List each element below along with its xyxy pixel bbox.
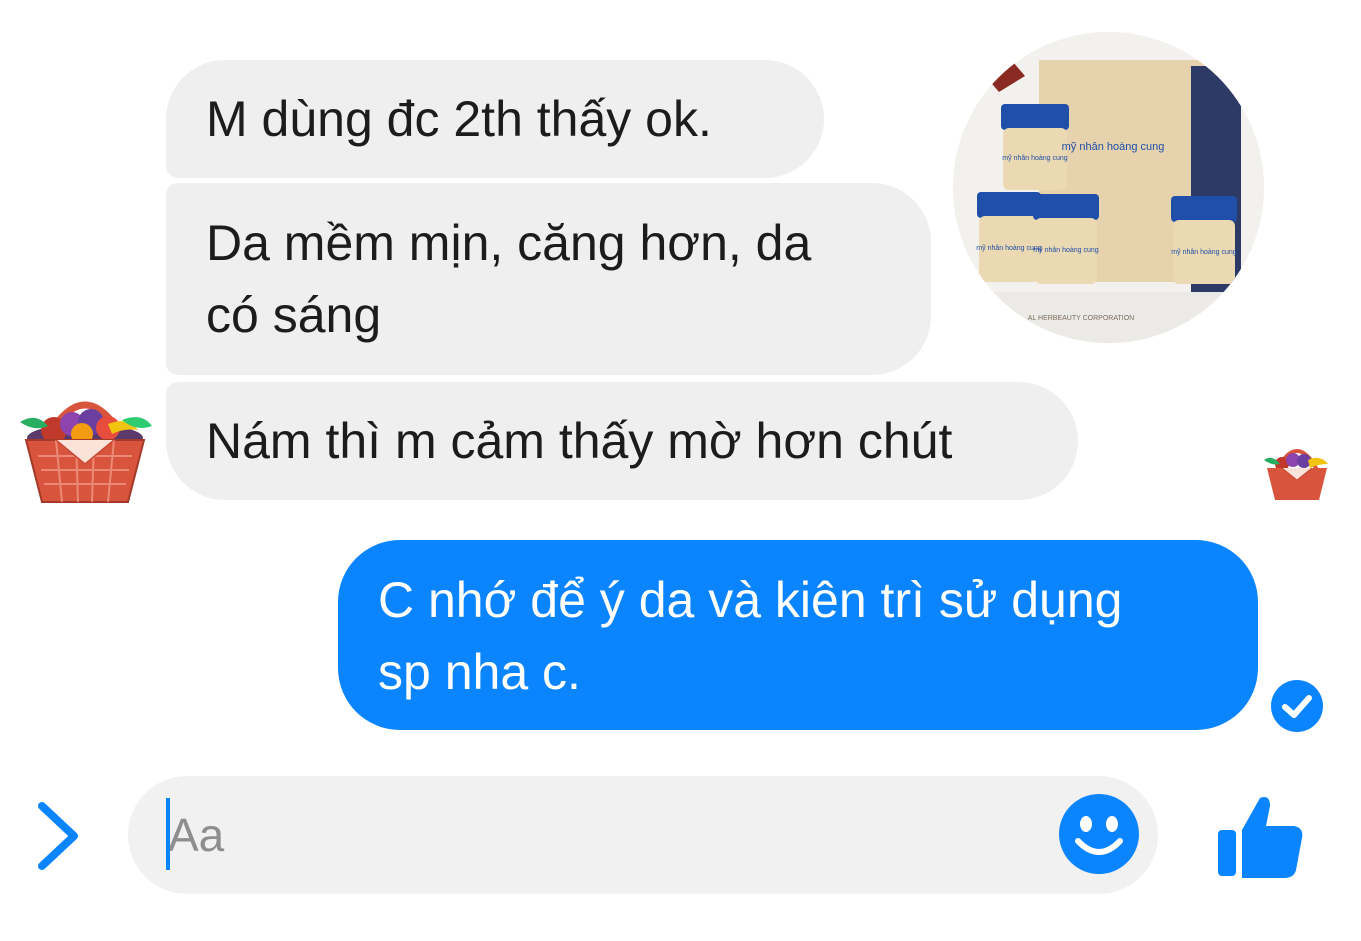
jar-label: mỹ nhân hoàng cung [1171, 249, 1236, 256]
received-message: Da mềm mịn, căng hơn, da có sáng [166, 183, 931, 375]
thumbs-up-icon[interactable] [1214, 790, 1304, 880]
message-input[interactable] [168, 794, 1048, 876]
product-jar [1171, 196, 1237, 284]
product-photo[interactable]: mỹ nhân hoàng cung mỹ nhân hoàng cung mỹ… [953, 32, 1264, 343]
box-label: mỹ nhân hoàng cung [1062, 141, 1165, 153]
received-message: Nám thì m cảm thấy mờ hơn chút [166, 382, 1078, 500]
smiley-icon[interactable] [1058, 793, 1140, 875]
text-caret [166, 798, 170, 870]
product-photo-caption: AL HERBEAUTY CORPORATION [1028, 315, 1134, 322]
fruit-basket-avatar[interactable] [16, 378, 154, 510]
check-circle-icon [1271, 680, 1323, 732]
chevron-right-icon[interactable] [32, 800, 84, 872]
received-message: M dùng đc 2th thấy ok. [166, 60, 824, 178]
seen-avatar [1264, 449, 1328, 500]
jar-label: mỹ nhân hoàng cung [1002, 155, 1067, 162]
sent-message: C nhớ để ý da và kiên trì sử dụng sp nha… [338, 540, 1258, 730]
product-jar [977, 192, 1041, 282]
message-composer[interactable] [128, 776, 1158, 894]
jar-label: mỹ nhân hoàng cung [976, 245, 1041, 252]
product-photo-illustration: mỹ nhân hoàng cung mỹ nhân hoàng cung mỹ… [953, 32, 1264, 343]
product-jar [1001, 104, 1069, 190]
product-jar [1033, 194, 1099, 284]
jar-label: mỹ nhân hoàng cung [1033, 247, 1098, 254]
